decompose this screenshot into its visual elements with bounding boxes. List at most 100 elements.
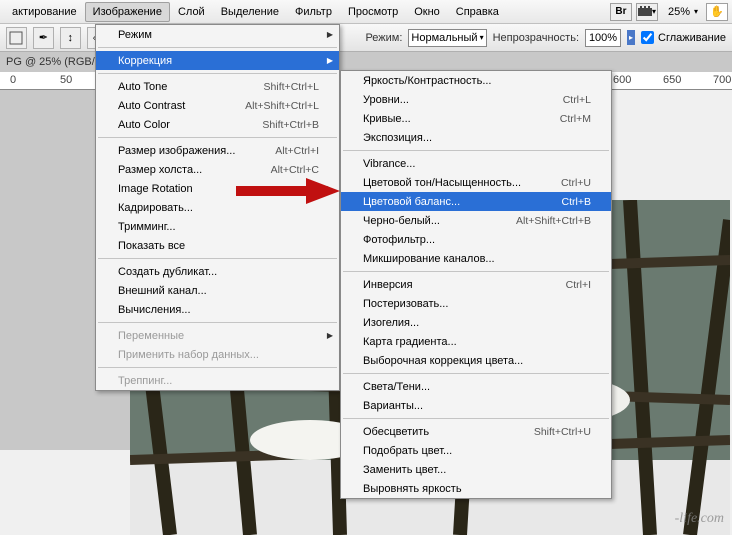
watermark: -life.com xyxy=(675,511,724,527)
menu-item[interactable]: Создать дубликат... xyxy=(96,262,339,281)
menu-item[interactable]: Коррекция xyxy=(96,51,339,70)
menu-window[interactable]: Окно xyxy=(406,2,448,22)
menu-item[interactable]: Фотофильтр... xyxy=(341,230,611,249)
menu-item-label: Переменные xyxy=(118,330,319,342)
menu-item: Переменные xyxy=(96,326,339,345)
menu-item[interactable]: Изогелия... xyxy=(341,313,611,332)
menu-item-shortcut: Ctrl+I xyxy=(536,279,591,291)
menu-item[interactable]: Вычисления... xyxy=(96,300,339,319)
menu-item-label: Яркость/Контрастность... xyxy=(363,75,591,87)
menu-item-shortcut: Shift+Ctrl+B xyxy=(232,119,319,131)
menu-select[interactable]: Выделение xyxy=(213,2,287,22)
menu-help[interactable]: Справка xyxy=(448,2,507,22)
menu-item[interactable]: Режим xyxy=(96,25,339,44)
menu-item[interactable]: ОбесцветитьShift+Ctrl+U xyxy=(341,422,611,441)
menu-item-label: Размер холста... xyxy=(118,164,241,176)
zoom-level[interactable]: 25%▾ xyxy=(668,6,698,18)
image-menu: РежимКоррекцияAuto ToneShift+Ctrl+LAuto … xyxy=(95,24,340,391)
pen-icon[interactable]: ✒ xyxy=(33,27,54,49)
menu-item-shortcut: Alt+Ctrl+I xyxy=(245,145,319,157)
menu-item-shortcut: Alt+Ctrl+C xyxy=(241,164,319,176)
menu-item-label: Кадрировать... xyxy=(118,202,319,214)
menu-item-label: Auto Contrast xyxy=(118,100,215,112)
menu-item: Треппинг... xyxy=(96,371,339,390)
menu-item[interactable]: Подобрать цвет... xyxy=(341,441,611,460)
menu-item[interactable]: Яркость/Контрастность... xyxy=(341,71,611,90)
menu-item[interactable]: Цветовой баланс...Ctrl+B xyxy=(341,192,611,211)
adjustments-submenu: Яркость/Контрастность...Уровни...Ctrl+LК… xyxy=(340,70,612,499)
menu-item[interactable]: Света/Тени... xyxy=(341,377,611,396)
mode-label: Режим: xyxy=(365,32,402,44)
menu-item[interactable]: Выборочная коррекция цвета... xyxy=(341,351,611,370)
menu-item[interactable]: Черно-белый...Alt+Shift+Ctrl+B xyxy=(341,211,611,230)
opacity-label: Непрозрачность: xyxy=(493,32,579,44)
menu-item-label: Внешний канал... xyxy=(118,285,319,297)
menu-item[interactable]: Размер холста...Alt+Ctrl+C xyxy=(96,160,339,179)
menu-item-label: Кривые... xyxy=(363,113,530,125)
menu-filter[interactable]: Фильтр xyxy=(287,2,340,22)
menu-item-label: Vibrance... xyxy=(363,158,591,170)
menu-item-label: Треппинг... xyxy=(118,375,319,387)
film-icon[interactable]: ▾ xyxy=(636,3,658,21)
menu-item[interactable]: Заменить цвет... xyxy=(341,460,611,479)
menu-item[interactable]: Кривые...Ctrl+M xyxy=(341,109,611,128)
menu-item[interactable]: Vibrance... xyxy=(341,154,611,173)
menu-item-label: Image Rotation xyxy=(118,183,319,195)
mode-select[interactable]: Нормальный▾ xyxy=(408,29,486,47)
menu-item-label: Auto Color xyxy=(118,119,232,131)
menu-item[interactable]: Уровни...Ctrl+L xyxy=(341,90,611,109)
menu-image[interactable]: Изображение xyxy=(85,2,170,22)
menu-view[interactable]: Просмотр xyxy=(340,2,406,22)
menu-item-label: Карта градиента... xyxy=(363,336,591,348)
menu-item[interactable]: Тримминг... xyxy=(96,217,339,236)
menu-item-shortcut: Shift+Ctrl+U xyxy=(504,426,591,438)
menu-item-label: Варианты... xyxy=(363,400,591,412)
menu-item-label: Показать все xyxy=(118,240,319,252)
menu-item[interactable]: Внешний канал... xyxy=(96,281,339,300)
opacity-flyout-icon[interactable]: ▸ xyxy=(627,30,635,45)
menu-item-label: Вычисления... xyxy=(118,304,319,316)
menu-layer[interactable]: Слой xyxy=(170,2,213,22)
menu-item-label: Черно-белый... xyxy=(363,215,486,227)
menu-item[interactable]: Микширование каналов... xyxy=(341,249,611,268)
menu-item-label: Экспозиция... xyxy=(363,132,591,144)
menu-item-label: Света/Тени... xyxy=(363,381,591,393)
menu-item[interactable]: Варианты... xyxy=(341,396,611,415)
menu-item-label: Режим xyxy=(118,29,319,41)
menu-item-label: Выровнять яркость xyxy=(363,483,591,495)
menu-item[interactable]: Кадрировать... xyxy=(96,198,339,217)
menu-item[interactable]: Выровнять яркость xyxy=(341,479,611,498)
menu-item-shortcut: Ctrl+U xyxy=(531,177,591,189)
menu-item-shortcut: Alt+Shift+Ctrl+B xyxy=(486,215,591,227)
menu-item-label: Цветовой тон/Насыщенность... xyxy=(363,177,531,189)
bridge-icon[interactable]: Br xyxy=(610,3,632,21)
menu-item-label: Микширование каналов... xyxy=(363,253,591,265)
menu-item: Применить набор данных... xyxy=(96,345,339,364)
menu-item-shortcut: Ctrl+M xyxy=(530,113,591,125)
menu-item-shortcut: Ctrl+B xyxy=(532,196,591,208)
menu-item-label: Создать дубликат... xyxy=(118,266,319,278)
hand-icon[interactable]: ✋ xyxy=(706,3,728,21)
menu-item[interactable]: ИнверсияCtrl+I xyxy=(341,275,611,294)
anti-alias-checkbox[interactable]: Сглаживание xyxy=(641,31,726,44)
menu-item[interactable]: Цветовой тон/Насыщенность...Ctrl+U xyxy=(341,173,611,192)
menu-item[interactable]: Показать все xyxy=(96,236,339,255)
menu-item[interactable]: Auto ContrastAlt+Shift+Ctrl+L xyxy=(96,96,339,115)
arrow-icon[interactable]: ↕ xyxy=(60,27,81,49)
menu-item[interactable]: Постеризовать... xyxy=(341,294,611,313)
menu-item[interactable]: Auto ColorShift+Ctrl+B xyxy=(96,115,339,134)
menu-edit[interactable]: актирование xyxy=(4,2,85,22)
menu-item-label: Выборочная коррекция цвета... xyxy=(363,355,591,367)
menu-item[interactable]: Экспозиция... xyxy=(341,128,611,147)
opacity-field[interactable]: 100% xyxy=(585,29,621,47)
menu-item-label: Уровни... xyxy=(363,94,533,106)
menu-item-label: Подобрать цвет... xyxy=(363,445,591,457)
menu-item[interactable]: Image Rotation xyxy=(96,179,339,198)
menu-item[interactable]: Карта градиента... xyxy=(341,332,611,351)
menu-item[interactable]: Размер изображения...Alt+Ctrl+I xyxy=(96,141,339,160)
menu-item-label: Заменить цвет... xyxy=(363,464,591,476)
tool-preset[interactable] xyxy=(6,27,27,49)
menu-item-label: Размер изображения... xyxy=(118,145,245,157)
menu-item-label: Применить набор данных... xyxy=(118,349,319,361)
menu-item[interactable]: Auto ToneShift+Ctrl+L xyxy=(96,77,339,96)
